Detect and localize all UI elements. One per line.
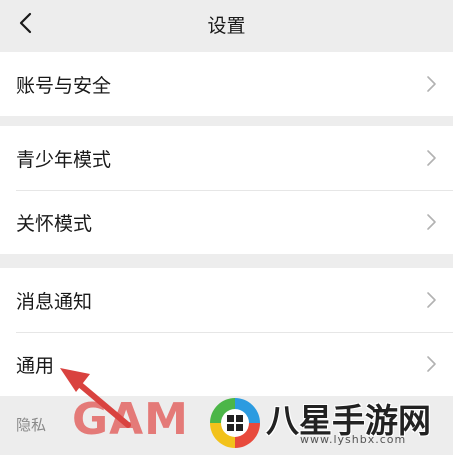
red-arrow-icon [60, 368, 131, 428]
settings-screen: 设置 账号与安全 青少年模式 关怀模式 消息通知 通用 隐私 GAM 八星手游网… [0, 0, 453, 455]
